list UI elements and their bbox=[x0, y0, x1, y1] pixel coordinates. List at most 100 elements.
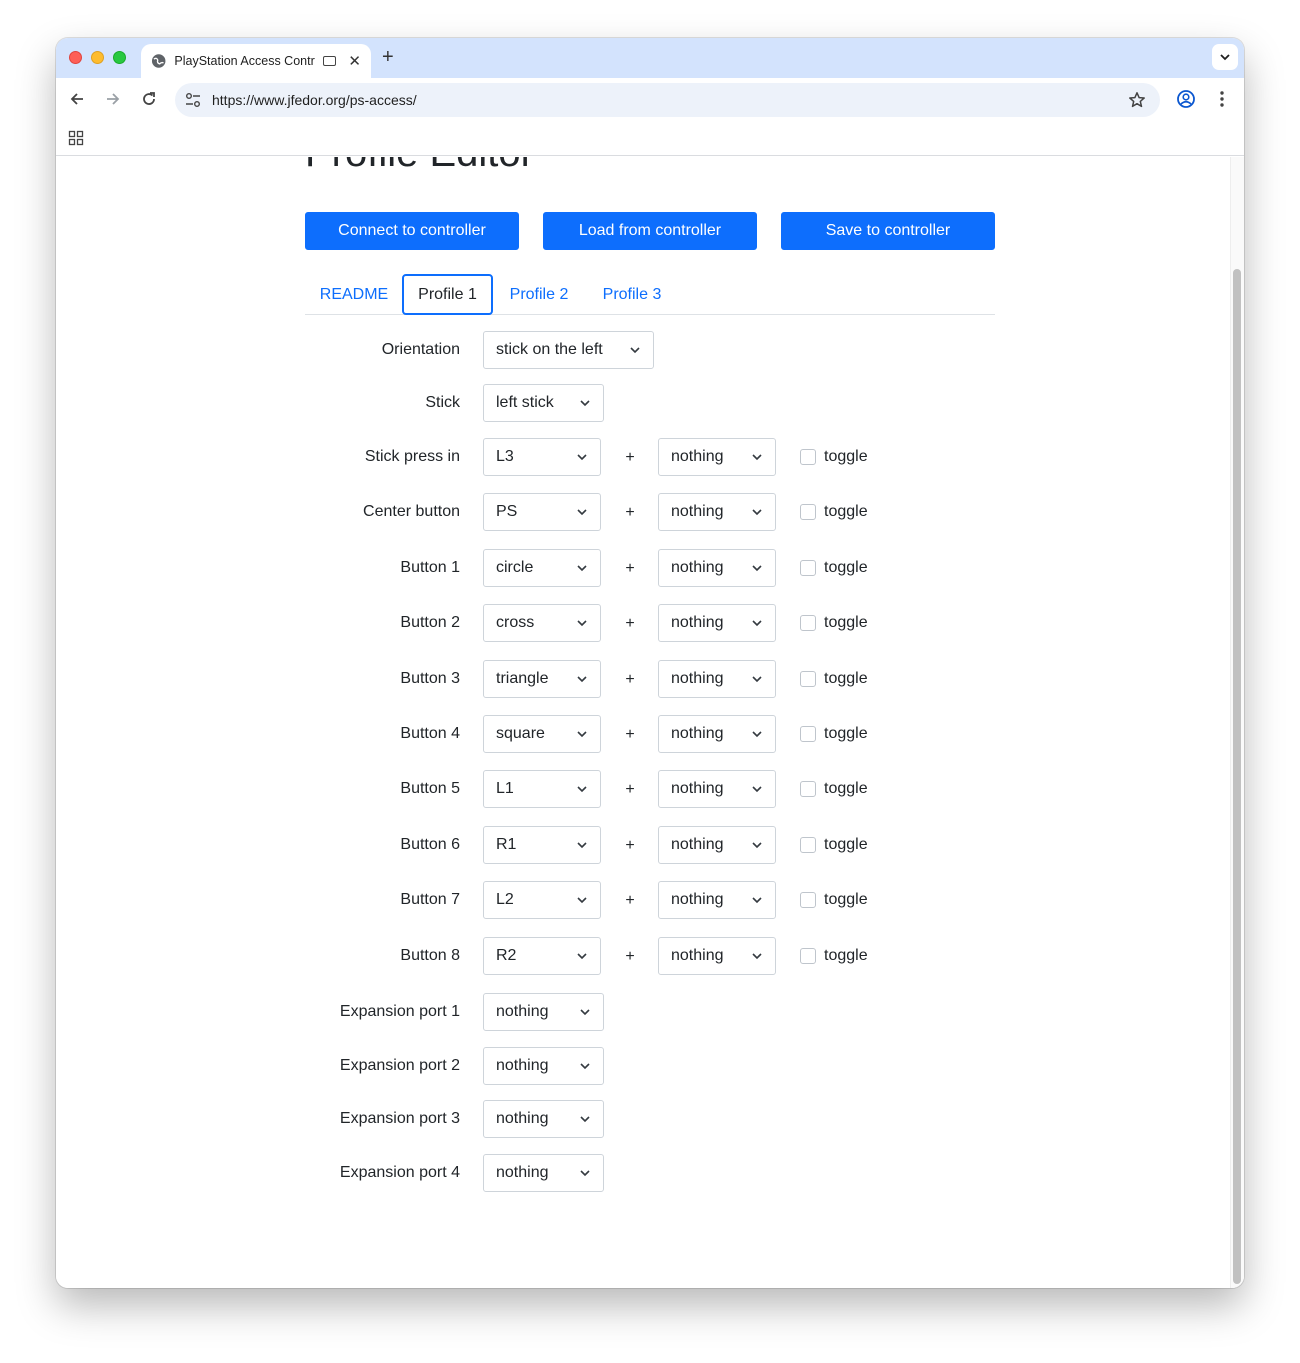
combo-select[interactable]: nothing bbox=[658, 770, 776, 809]
mapping-select[interactable]: square bbox=[483, 715, 601, 753]
star-icon[interactable] bbox=[1128, 91, 1146, 109]
toggle-checkbox[interactable] bbox=[800, 559, 816, 576]
save-button[interactable]: Save to controller bbox=[781, 212, 995, 250]
apps-icon[interactable] bbox=[68, 130, 84, 146]
mapping-select[interactable]: triangle bbox=[483, 659, 601, 698]
scrollbar-thumb[interactable] bbox=[1233, 269, 1241, 1284]
combo-select[interactable]: nothing bbox=[658, 493, 776, 532]
toggle-checkbox[interactable] bbox=[800, 836, 816, 853]
chevron-down-icon bbox=[752, 509, 762, 516]
menu-icon[interactable] bbox=[1211, 88, 1233, 110]
stick-select[interactable]: left stick bbox=[483, 384, 604, 422]
tab-search-button[interactable] bbox=[1212, 44, 1238, 70]
mapping-value: R1 bbox=[496, 835, 517, 853]
expansion-port-select[interactable]: nothing bbox=[483, 1046, 604, 1085]
plus-sign: + bbox=[625, 892, 635, 910]
toggle-checkbox[interactable] bbox=[800, 947, 816, 964]
forward-icon[interactable] bbox=[102, 88, 124, 110]
profile-icon[interactable] bbox=[1175, 88, 1197, 110]
chevron-down-icon bbox=[577, 897, 587, 904]
combo-select[interactable]: nothing bbox=[658, 604, 776, 643]
expansion-port-row: Expansion port 4 nothing bbox=[305, 1153, 995, 1192]
mapping-value: L3 bbox=[496, 448, 514, 465]
chevron-down-icon bbox=[577, 676, 587, 682]
scrollbar[interactable] bbox=[1230, 157, 1244, 1288]
toggle-checkbox[interactable] bbox=[800, 892, 816, 909]
mapping-row: Button 7 L2 + nothing toggle bbox=[305, 881, 995, 920]
toggle-label: toggle bbox=[824, 780, 868, 798]
browser-tab[interactable]: PlayStation Access Contr ✕ bbox=[141, 44, 371, 78]
plus-sign: + bbox=[625, 726, 635, 743]
mapping-select[interactable]: L3 bbox=[483, 438, 601, 476]
minimize-window-button[interactable] bbox=[91, 51, 104, 64]
toggle-checkbox[interactable] bbox=[800, 781, 816, 798]
close-window-button[interactable] bbox=[69, 51, 82, 64]
close-icon[interactable]: ✕ bbox=[348, 54, 361, 69]
combo-value: nothing bbox=[671, 946, 724, 964]
combo-select[interactable]: nothing bbox=[658, 825, 776, 864]
toggle-checkbox[interactable] bbox=[800, 670, 816, 687]
expansion-port-value: nothing bbox=[496, 1163, 549, 1181]
orientation-label: Orientation bbox=[381, 341, 460, 358]
combo-select[interactable]: nothing bbox=[658, 881, 776, 920]
combo-value: nothing bbox=[671, 558, 724, 576]
mapping-value: R2 bbox=[496, 946, 517, 964]
mapping-row: Button 3 triangle + nothing toggle bbox=[305, 659, 995, 698]
toggle-checkbox[interactable] bbox=[800, 449, 816, 465]
reload-icon[interactable] bbox=[138, 88, 160, 110]
tab-profile-2[interactable]: Profile 2 bbox=[493, 274, 585, 315]
mapping-label: Button 8 bbox=[400, 946, 460, 964]
orientation-value: stick on the left bbox=[496, 341, 603, 358]
tab-profile-1[interactable]: Profile 1 bbox=[402, 274, 493, 315]
browser-window: PlayStation Access Contr ✕ + https://www… bbox=[56, 38, 1244, 1288]
chevron-down-icon bbox=[580, 1009, 590, 1016]
tune-icon[interactable] bbox=[184, 91, 202, 109]
combo-select[interactable]: nothing bbox=[658, 438, 776, 476]
mapping-select[interactable]: circle bbox=[483, 548, 601, 587]
expansion-port-select[interactable]: nothing bbox=[483, 1100, 604, 1139]
mapping-select[interactable]: L1 bbox=[483, 770, 601, 809]
load-button[interactable]: Load from controller bbox=[543, 212, 757, 250]
mapping-select[interactable]: cross bbox=[483, 604, 601, 643]
plus-icon[interactable]: + bbox=[382, 46, 394, 69]
combo-select[interactable]: nothing bbox=[658, 715, 776, 753]
expansion-port-select[interactable]: nothing bbox=[483, 993, 604, 1031]
mapping-label: Button 3 bbox=[400, 669, 460, 687]
mapping-select[interactable]: PS bbox=[483, 493, 601, 532]
mapping-select[interactable]: L2 bbox=[483, 881, 601, 920]
mapping-label: Button 1 bbox=[400, 558, 460, 576]
toggle-label: toggle bbox=[824, 614, 868, 632]
maximize-window-button[interactable] bbox=[113, 51, 126, 64]
mapping-label: Center button bbox=[363, 503, 460, 521]
mapping-select[interactable]: R1 bbox=[483, 825, 601, 864]
tab-profile-3[interactable]: Profile 3 bbox=[585, 274, 679, 315]
mapping-row: Button 8 R2 + nothing toggle bbox=[305, 936, 995, 975]
chevron-down-icon bbox=[577, 454, 587, 461]
mapping-row: Button 2 cross + nothing toggle bbox=[305, 604, 995, 643]
back-icon[interactable] bbox=[66, 88, 88, 110]
toggle-label: toggle bbox=[824, 503, 868, 521]
combo-select[interactable]: nothing bbox=[658, 659, 776, 698]
toggle-checkbox[interactable] bbox=[800, 504, 816, 521]
chevron-down-icon bbox=[580, 1170, 590, 1176]
combo-select[interactable]: nothing bbox=[658, 548, 776, 587]
mapping-select[interactable]: R2 bbox=[483, 936, 601, 975]
chevron-down-icon bbox=[1220, 54, 1230, 61]
mapping-label: Stick press in bbox=[364, 448, 460, 465]
expansion-port-select[interactable]: nothing bbox=[483, 1153, 604, 1192]
combo-value: nothing bbox=[671, 891, 724, 909]
tab-readme[interactable]: README bbox=[305, 274, 403, 315]
chevron-down-icon bbox=[752, 454, 762, 461]
orientation-select[interactable]: stick on the left bbox=[483, 331, 654, 369]
combo-select[interactable]: nothing bbox=[658, 936, 776, 975]
url-text: https://www.jfedor.org/ps-access/ bbox=[212, 92, 417, 108]
toggle-checkbox[interactable] bbox=[800, 615, 816, 632]
address-bar[interactable]: https://www.jfedor.org/ps-access/ bbox=[175, 83, 1160, 117]
plus-sign: + bbox=[625, 559, 635, 577]
chevron-down-icon bbox=[752, 676, 762, 682]
toggle-checkbox[interactable] bbox=[800, 726, 816, 742]
expansion-port-value: nothing bbox=[496, 1056, 549, 1074]
connect-button[interactable]: Connect to controller bbox=[305, 212, 519, 250]
mapping-value: triangle bbox=[496, 669, 549, 687]
mapping-value: L2 bbox=[496, 891, 514, 909]
